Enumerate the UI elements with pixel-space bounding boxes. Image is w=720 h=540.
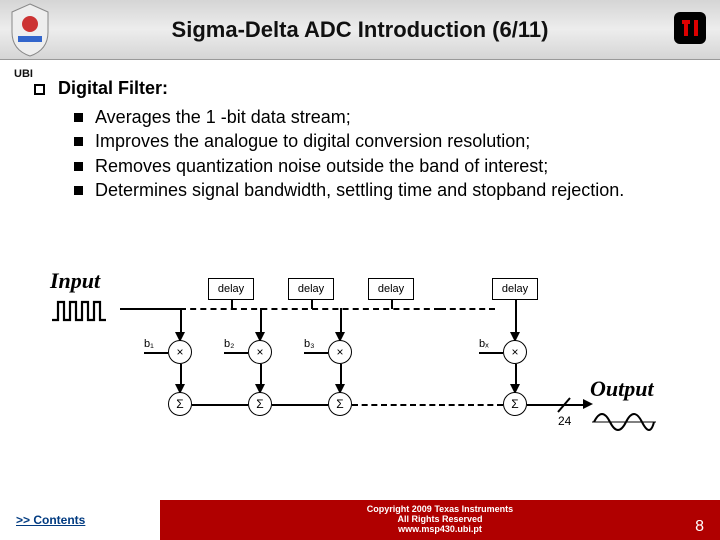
delay-box: delay [368, 278, 414, 300]
ubi-logo [6, 2, 54, 58]
delay-box: delay [288, 278, 334, 300]
page-number: 8 [695, 518, 704, 536]
ti-logo [668, 6, 712, 50]
wire-dashed [440, 308, 495, 310]
item-text: Improves the analogue to digital convers… [95, 129, 530, 153]
wire [144, 352, 168, 354]
slide-footer: >> Contents Copyright 2009 Texas Instrum… [0, 500, 720, 540]
wire-dashed [180, 308, 440, 310]
coeff-label: b₂ [224, 338, 234, 350]
summer: Σ [248, 392, 272, 416]
item-text: Determines signal bandwidth, settling ti… [95, 178, 624, 202]
bullet-icon [74, 113, 83, 122]
bullet-icon [74, 137, 83, 146]
hollow-bullet-icon [34, 84, 45, 95]
multiplier: × [328, 340, 352, 364]
delay-box: delay [492, 278, 538, 300]
pulse-train-icon [50, 296, 120, 324]
coeff-label: bₓ [479, 338, 489, 350]
coeff-label: b₃ [304, 338, 315, 350]
delay-box: delay [208, 278, 254, 300]
multiplier: × [168, 340, 192, 364]
wire [391, 300, 393, 309]
item-text: Removes quantization noise outside the b… [95, 154, 548, 178]
section-heading: Digital Filter: [34, 78, 696, 99]
slide-content: Digital Filter: Averages the 1 -bit data… [0, 60, 720, 202]
wire [479, 352, 503, 354]
copyright-bar: Copyright 2009 Texas Instruments All Rig… [160, 500, 720, 540]
bullet-icon [74, 186, 83, 195]
summer: Σ [503, 392, 527, 416]
wire [311, 300, 313, 309]
slide-title: Sigma-Delta ADC Introduction (6/11) [0, 17, 720, 43]
heading-text: Digital Filter: [58, 78, 168, 98]
slide-header: Sigma-Delta ADC Introduction (6/11) [0, 0, 720, 60]
ubi-label: UBI [14, 68, 33, 80]
wire [272, 404, 328, 406]
bullet-icon [74, 162, 83, 171]
output-wave-icon [592, 404, 656, 440]
multiplier: × [248, 340, 272, 364]
list-item: Averages the 1 -bit data stream; [74, 105, 696, 129]
wire [304, 352, 328, 354]
wire [120, 308, 180, 310]
bus-width: 24 [558, 414, 571, 428]
bus-slash-icon [556, 396, 572, 414]
bullet-list: Averages the 1 -bit data stream; Improve… [74, 105, 696, 202]
wire [231, 300, 233, 309]
list-item: Removes quantization noise outside the b… [74, 154, 696, 178]
wire [224, 352, 248, 354]
summer: Σ [328, 392, 352, 416]
summer: Σ [168, 392, 192, 416]
filter-diagram: Input delay delay delay delay × × × × b₁… [60, 270, 660, 450]
output-label: Output [590, 376, 654, 402]
coeff-label: b₁ [144, 338, 154, 350]
wire-dashed [352, 404, 503, 406]
item-text: Averages the 1 -bit data stream; [95, 105, 351, 129]
input-label: Input [50, 268, 100, 294]
list-item: Determines signal bandwidth, settling ti… [74, 178, 696, 202]
wire [192, 404, 248, 406]
list-item: Improves the analogue to digital convers… [74, 129, 696, 153]
multiplier: × [503, 340, 527, 364]
url-text: www.msp430.ubi.pt [398, 525, 482, 535]
contents-link[interactable]: >> Contents [0, 500, 160, 540]
